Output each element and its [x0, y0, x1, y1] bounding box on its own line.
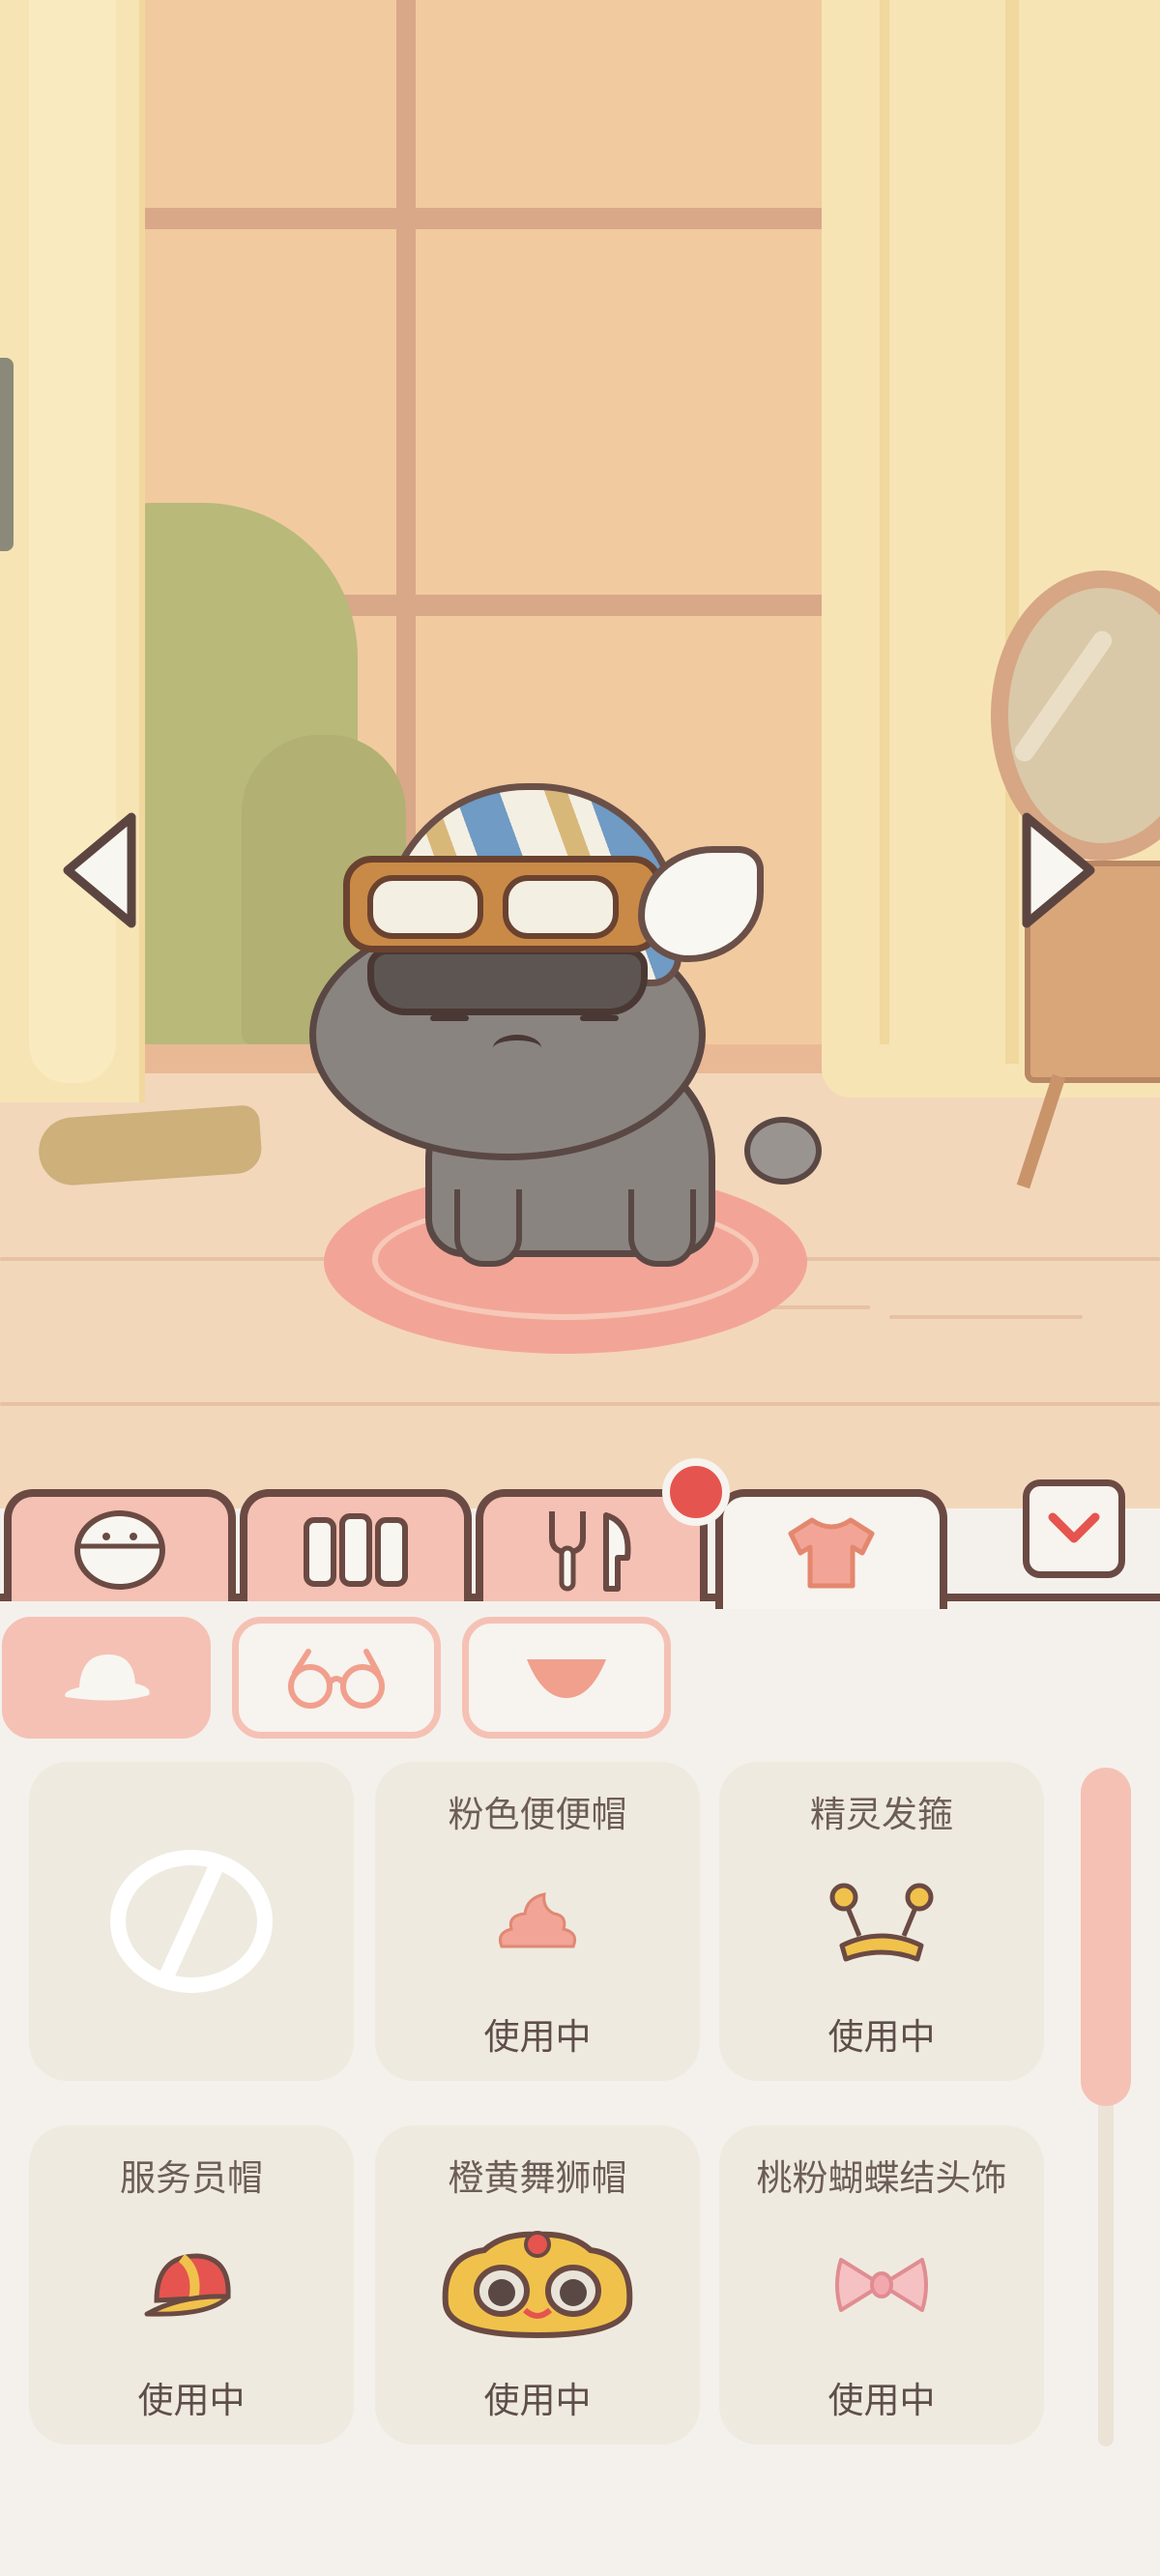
cap-icon [144, 2253, 231, 2317]
bow-icon [835, 2258, 928, 2312]
subtab-bibs[interactable] [462, 1617, 671, 1739]
hat-icon [65, 1654, 150, 1701]
item-name: 橙黄舞狮帽 [448, 2157, 627, 2199]
bib-icon [527, 1659, 606, 1698]
subtab-hats[interactable] [2, 1617, 211, 1739]
item-status: 使用中 [483, 2380, 592, 2421]
cat-leg [454, 1189, 522, 1267]
tab-cat[interactable] [4, 1489, 236, 1601]
goggle-lens [367, 875, 483, 939]
cat-face-icon [74, 1510, 165, 1590]
shirt-icon [788, 1517, 875, 1589]
fence-icon [304, 1513, 408, 1587]
poop-hat-icon [498, 1892, 577, 1948]
notification-badge [662, 1458, 730, 1526]
subtab-glasses[interactable] [232, 1617, 441, 1739]
item-status: 使用中 [827, 2016, 936, 2058]
lion-dance-hat-icon [442, 2231, 633, 2339]
glasses-icon [288, 1649, 385, 1709]
item-name: 桃粉蝴蝶结头饰 [756, 2157, 1007, 2199]
item-card[interactable]: 粉色便便帽 使用中 [375, 1762, 700, 2081]
window-frame [39, 208, 841, 229]
scrollbar-thumb[interactable] [1081, 1768, 1131, 2106]
none-icon [110, 1850, 273, 1993]
curtain-fold [880, 0, 889, 1044]
chevron-down-icon [1048, 1512, 1100, 1543]
room-scene [0, 0, 1160, 1508]
collapse-panel-button[interactable] [1023, 1479, 1125, 1578]
item-card[interactable]: 桃粉蝴蝶结头饰 使用中 [719, 2125, 1044, 2444]
next-arrow-icon[interactable] [1015, 807, 1102, 933]
item-status: 使用中 [827, 2380, 936, 2421]
cat-leg [628, 1189, 696, 1267]
item-card-none[interactable] [29, 1762, 354, 2081]
previous-arrow-icon[interactable] [56, 807, 143, 933]
cat-eye [430, 1015, 469, 1021]
hat-brim [367, 948, 648, 1015]
cat-tail [744, 1117, 822, 1185]
antenna-headband-icon [829, 1883, 934, 1962]
cat-eye [580, 1015, 619, 1021]
item-card[interactable]: 精灵发箍 使用中 [719, 1762, 1044, 2081]
cat-mouth [493, 1035, 541, 1062]
side-drawer-handle[interactable] [0, 358, 14, 551]
item-name: 精灵发箍 [810, 1794, 953, 1835]
tab-clothes[interactable] [715, 1489, 947, 1609]
item-card[interactable]: 服务员帽 使用中 [29, 2125, 354, 2444]
item-status: 使用中 [483, 2016, 592, 2058]
tab-furniture[interactable] [240, 1489, 472, 1601]
item-name: 服务员帽 [120, 2157, 263, 2199]
item-card[interactable]: 橙黄舞狮帽 使用中 [375, 2125, 700, 2444]
fork-knife-icon [549, 1511, 631, 1592]
item-status: 使用中 [137, 2380, 246, 2421]
goggle-lens [503, 875, 619, 939]
item-name: 粉色便便帽 [448, 1794, 627, 1835]
